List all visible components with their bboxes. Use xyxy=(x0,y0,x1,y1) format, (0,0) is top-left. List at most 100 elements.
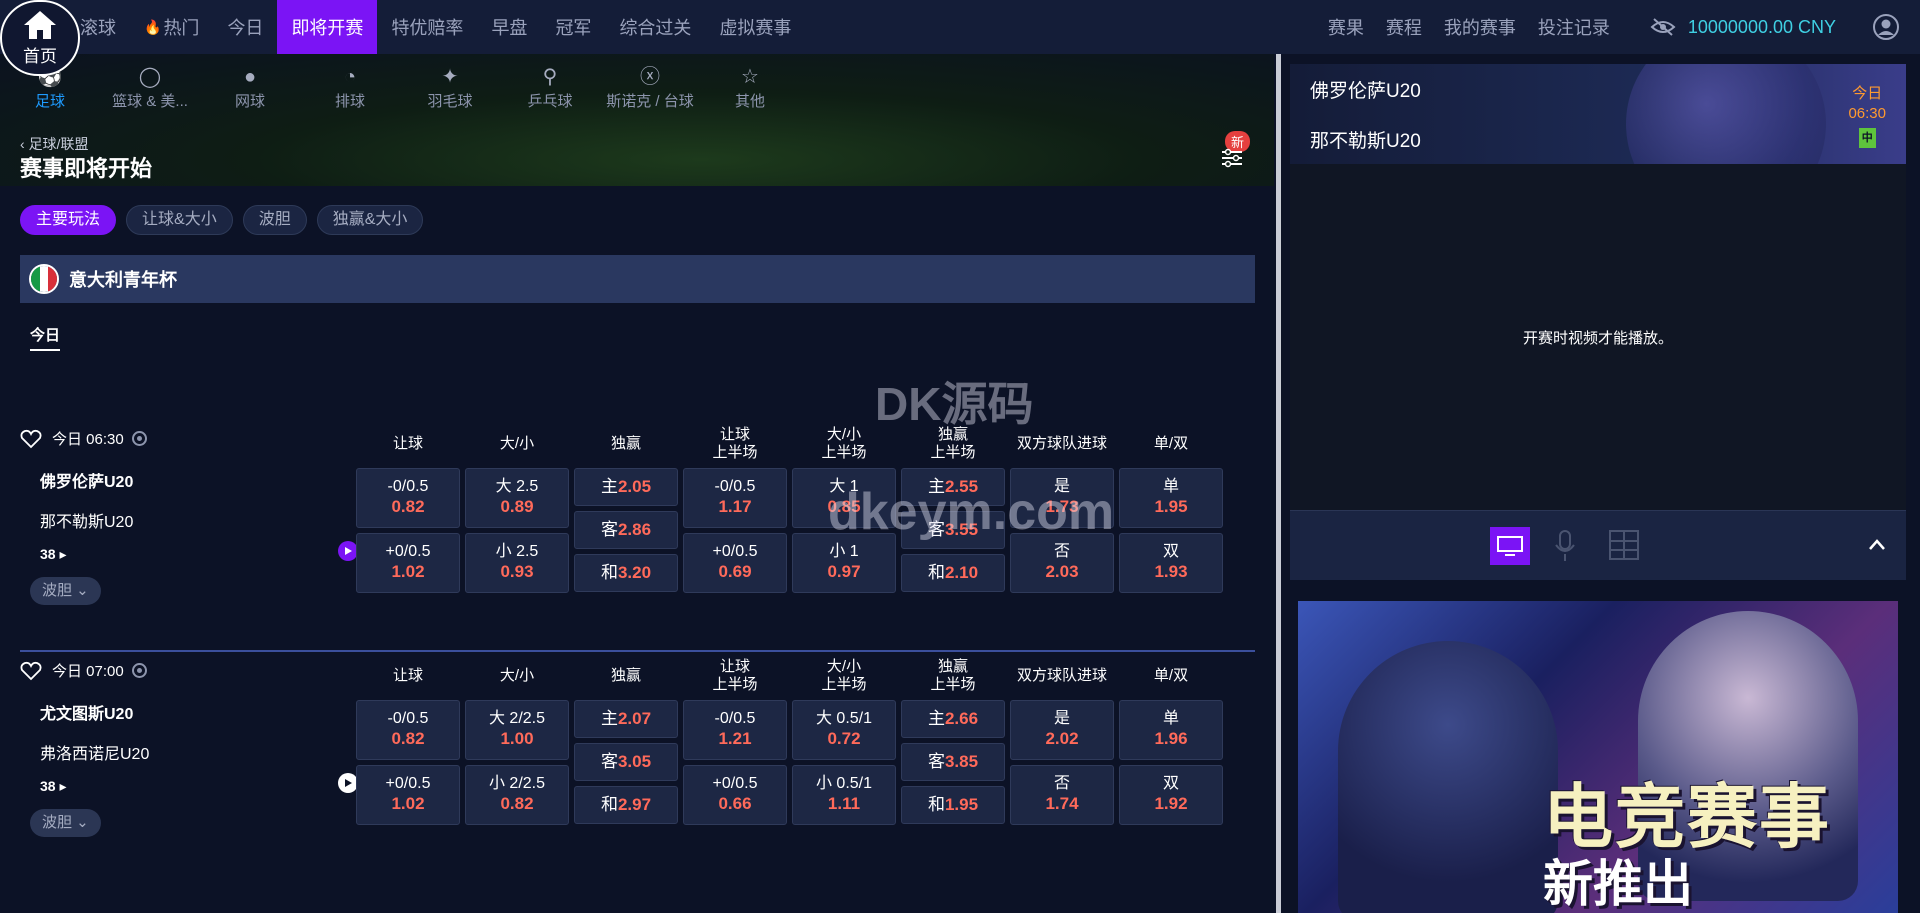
tab-handicap-ou[interactable]: 让球&大小 xyxy=(126,205,233,235)
odds-cell[interactable]: 和2.97 xyxy=(574,786,678,824)
odds-cell[interactable]: +0/0.5 0.69 xyxy=(683,533,787,593)
day-tab-today[interactable]: 今日 xyxy=(30,324,61,351)
user-avatar-icon[interactable] xyxy=(1872,13,1900,41)
tab-main[interactable]: 主要玩法 xyxy=(20,205,117,235)
more-markets[interactable]: 38 ▸ xyxy=(40,546,67,563)
tab-1x2-ou[interactable]: 独赢&大小 xyxy=(316,205,424,235)
filter-settings-icon[interactable] xyxy=(1220,146,1244,170)
odds-value: 2.02 xyxy=(1045,729,1079,748)
stats-icon[interactable] xyxy=(131,431,147,446)
odds-cell[interactable]: -0/0.5 1.17 xyxy=(683,468,787,528)
odds-cell[interactable]: 是 1.73 xyxy=(1010,468,1114,528)
panel-divider-scrollbar[interactable] xyxy=(1276,54,1281,913)
video-player[interactable]: 开赛时视频才能播放。 xyxy=(1290,164,1906,510)
favorite-heart-icon[interactable] xyxy=(20,429,42,449)
nav-bet-history[interactable]: 投注记录 xyxy=(1538,14,1610,40)
odds-cell[interactable]: 主2.66 xyxy=(901,700,1005,738)
odds-cell[interactable]: 主2.55 xyxy=(901,468,1005,506)
scoreboard-icon[interactable] xyxy=(1608,529,1640,561)
nav-hot[interactable]: 🔥 热门 xyxy=(130,0,213,54)
odds-cell[interactable]: 客2.86 xyxy=(574,511,678,549)
odds-value: 1.73 xyxy=(1045,497,1079,516)
odds-cell[interactable]: 否 2.03 xyxy=(1010,533,1114,593)
nav-early[interactable]: 早盘 xyxy=(477,0,541,54)
odds-cell[interactable]: 主2.07 xyxy=(574,700,678,738)
tv-button[interactable] xyxy=(1490,527,1530,565)
correct-score-toggle[interactable]: 波胆 ⌄ xyxy=(30,577,101,605)
odds-cell[interactable]: 客3.85 xyxy=(901,743,1005,781)
sport-badminton[interactable]: ✦ 羽毛球 xyxy=(400,64,500,111)
odds-cell[interactable]: 和3.20 xyxy=(574,554,678,592)
home-icon xyxy=(24,10,56,39)
nav-results[interactable]: 赛果 xyxy=(1328,14,1364,40)
play-video-button[interactable] xyxy=(338,773,358,793)
odds-cell[interactable]: +0/0.5 1.02 xyxy=(356,533,460,593)
odds-line: 否 xyxy=(1053,543,1070,560)
odds-cell[interactable]: 小 2.5 0.93 xyxy=(465,533,569,593)
favorite-heart-icon[interactable] xyxy=(20,661,42,681)
odds-value: 0.66 xyxy=(718,794,752,813)
odds-cell[interactable]: 和2.10 xyxy=(901,554,1005,592)
featured-match-card[interactable]: 佛罗伦萨U20 那不勒斯U20 今日 06:30 中 xyxy=(1290,64,1906,164)
nav-today[interactable]: 今日 xyxy=(213,0,277,54)
odds-line: 小 2/2.5 xyxy=(488,775,546,792)
fire-icon: 🔥 xyxy=(144,18,162,35)
nav-schedule[interactable]: 赛程 xyxy=(1386,14,1422,40)
sport-table-tennis[interactable]: ⚲ 乒乓球 xyxy=(500,64,600,111)
odds-cell[interactable]: +0/0.5 0.66 xyxy=(683,765,787,825)
sport-tennis[interactable]: ● 网球 xyxy=(200,64,300,111)
odds-cell[interactable]: 客3.05 xyxy=(574,743,678,781)
nav-outright[interactable]: 冠军 xyxy=(541,0,605,54)
play-video-button[interactable] xyxy=(338,541,358,561)
esports-promo-banner[interactable]: 电竞赛事 新推出 xyxy=(1298,601,1898,913)
nav-special-odds[interactable]: 特优赔率 xyxy=(377,0,477,54)
trophy-icon: ☆ xyxy=(741,66,759,88)
more-count: 38 xyxy=(40,546,56,562)
home-button[interactable]: 首页 xyxy=(0,0,80,76)
odds-cell[interactable]: 双 1.92 xyxy=(1119,765,1223,825)
odds-cell[interactable]: -0/0.5 0.82 xyxy=(356,468,460,528)
nav-upcoming[interactable]: 即将开赛 xyxy=(277,0,378,54)
odds-line: 小 0.5/1 xyxy=(815,775,873,792)
nav-parlay[interactable]: 综合过关 xyxy=(605,0,705,54)
sport-volleyball[interactable]: ◔ 排球 xyxy=(300,64,400,111)
sport-other[interactable]: ☆ 其他 xyxy=(700,64,800,111)
odds-cell[interactable]: 小 0.5/1 1.11 xyxy=(792,765,896,825)
sport-snooker[interactable]: ⓧ 斯诺克 / 台球 xyxy=(600,64,700,111)
odds-cell[interactable]: 是 2.02 xyxy=(1010,700,1114,760)
away-team: 弗洛西诺尼U20 xyxy=(40,746,150,763)
odds-cell[interactable]: 单 1.96 xyxy=(1119,700,1223,760)
match-row: 今日 06:30 佛罗伦萨U20 那不勒斯U20 38 ▸ 波胆 ⌄ 让球 -0/0.5 0… xyxy=(0,424,1235,644)
league-header[interactable]: 意大利青年杯 xyxy=(20,255,1255,303)
more-markets[interactable]: 38 ▸ xyxy=(40,778,67,795)
odds-line: -0/0.5 xyxy=(387,710,429,727)
odds-value: 1.92 xyxy=(1154,794,1188,813)
odds-cell[interactable]: 小 2/2.5 0.82 xyxy=(465,765,569,825)
odds-value: 0.69 xyxy=(718,562,752,581)
stats-icon[interactable] xyxy=(131,663,147,678)
odds-cell[interactable]: 否 1.74 xyxy=(1010,765,1114,825)
odds-cell[interactable]: 大 1 0.85 xyxy=(792,468,896,528)
odds-cell[interactable]: 单 1.95 xyxy=(1119,468,1223,528)
odds-cell[interactable]: 大 2/2.5 1.00 xyxy=(465,700,569,760)
odds-cell[interactable]: -0/0.5 1.21 xyxy=(683,700,787,760)
correct-score-toggle[interactable]: 波胆 ⌄ xyxy=(30,809,101,837)
microphone-icon[interactable] xyxy=(1553,529,1577,563)
nav-virtual[interactable]: 虚拟赛事 xyxy=(705,0,805,54)
hide-balance-icon[interactable] xyxy=(1650,17,1676,37)
nav-my-events[interactable]: 我的赛事 xyxy=(1444,14,1516,40)
odds-cell[interactable]: +0/0.5 1.02 xyxy=(356,765,460,825)
odds-cell[interactable]: 主2.05 xyxy=(574,468,678,506)
odds-cell[interactable]: -0/0.5 0.82 xyxy=(356,700,460,760)
sport-basketball[interactable]: ◯ 篮球 & 美... xyxy=(100,64,200,111)
odds-cell[interactable]: 大 0.5/1 0.72 xyxy=(792,700,896,760)
side-panel: 佛罗伦萨U20 那不勒斯U20 今日 06:30 中 开赛时视频才能播放。 电竞… xyxy=(1290,54,1906,913)
odds-cell[interactable]: 小 1 0.97 xyxy=(792,533,896,593)
chevron-up-icon[interactable] xyxy=(1868,536,1886,554)
nav-label: 冠军 xyxy=(555,18,592,38)
odds-cell[interactable]: 双 1.93 xyxy=(1119,533,1223,593)
odds-cell[interactable]: 客3.55 xyxy=(901,511,1005,549)
tab-correct-score[interactable]: 波胆 xyxy=(242,205,307,235)
odds-cell[interactable]: 大 2.5 0.89 xyxy=(465,468,569,528)
odds-cell[interactable]: 和1.95 xyxy=(901,786,1005,824)
